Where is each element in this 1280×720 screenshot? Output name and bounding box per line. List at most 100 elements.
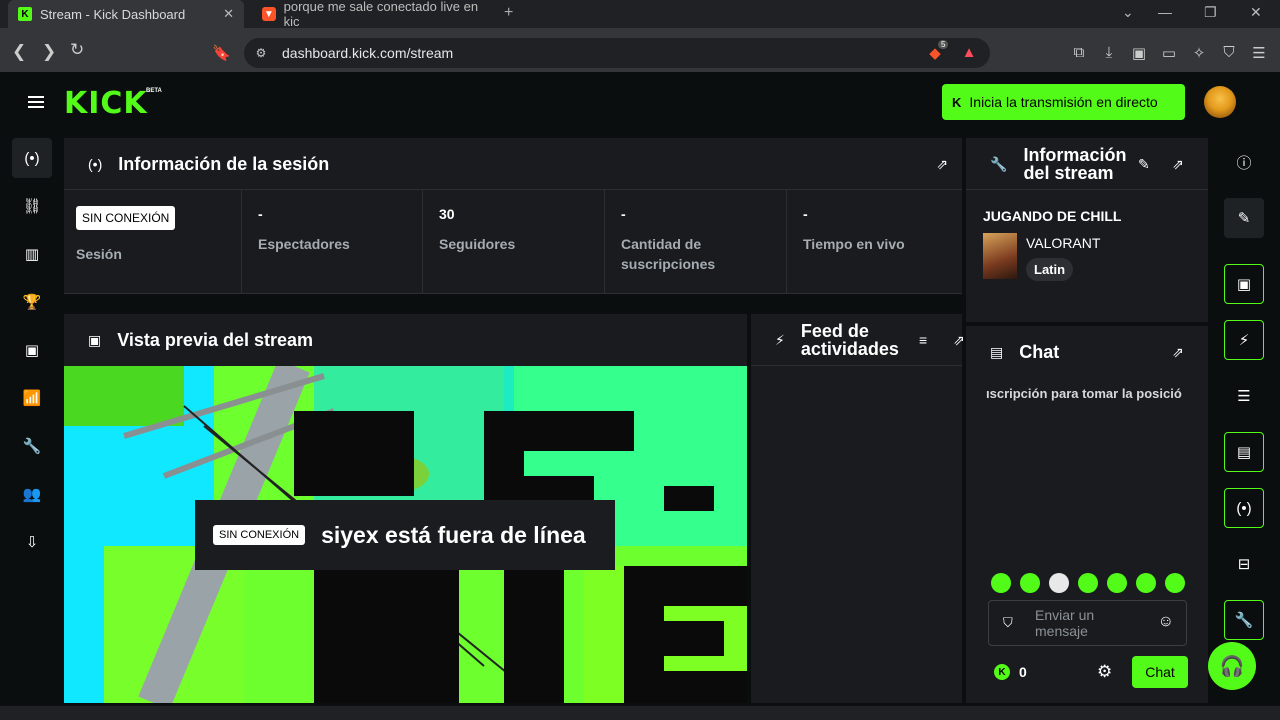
kick-logo[interactable]: KICK (64, 86, 148, 121)
category-thumbnail[interactable] (983, 233, 1017, 279)
browser-bottom-edge (0, 706, 1280, 720)
lightning-icon[interactable]: ⚡ (1224, 320, 1264, 360)
url-text[interactable]: dashboard.kick.com/stream (282, 45, 453, 61)
video-icon[interactable]: ▣ (12, 330, 52, 370)
broadcast-icon: (•) (88, 156, 103, 172)
leo-ai-icon[interactable]: ✧ (1190, 44, 1208, 62)
stat-value: - (803, 206, 808, 222)
panel-title: Feed de actividades (800, 321, 899, 359)
stat-session: SIN CONEXIÓN Sesión (76, 206, 176, 264)
bookmark-icon[interactable]: 🔖 (212, 44, 231, 62)
video-icon: ▣ (88, 331, 102, 348)
popout-icon[interactable]: ⇗ (953, 332, 965, 349)
stats-icon[interactable]: 📶 (12, 378, 52, 418)
edit-icon[interactable]: ✎ (1224, 198, 1264, 238)
brave-rewards-icon[interactable]: ▲ (960, 44, 978, 62)
layout-icon[interactable]: ⊟ (1224, 544, 1264, 584)
chat-message-input[interactable]: ⛉ Enviar un mensaje ☺ (988, 600, 1187, 646)
emote-icon[interactable] (1136, 573, 1156, 593)
divider (966, 189, 1208, 190)
emote-icon[interactable] (991, 573, 1011, 593)
lightning-icon: ⚡ (775, 331, 785, 348)
category-name[interactable]: VALORANT (1026, 235, 1100, 251)
kick-dashboard: KICK BETA K Inicia la transmisión en dir… (0, 72, 1280, 720)
beta-badge: BETA (146, 88, 162, 94)
analytics-icon[interactable]: ▥ (12, 234, 52, 274)
trophy-icon[interactable]: 🏆 (12, 282, 52, 322)
wallet-icon[interactable]: ▭ (1160, 44, 1178, 62)
stream-preview-header: ▣ Vista previa del stream (64, 314, 747, 366)
stat-viewers: - Espectadores (258, 206, 350, 254)
stat-label: Espectadores (258, 236, 350, 252)
divider (751, 365, 962, 366)
stream-title: JUGANDO DE CHILL (983, 208, 1122, 224)
broadcast-icon[interactable]: (•) (1224, 488, 1264, 528)
restore-icon[interactable]: ❐ (1204, 4, 1217, 21)
back-icon[interactable]: ❮ (12, 42, 26, 62)
kick-k-icon: K (952, 94, 962, 110)
popout-icon[interactable]: ⇗ (1172, 156, 1184, 173)
extensions-icon[interactable]: ⧉ (1070, 44, 1088, 62)
wrench-icon[interactable]: 🔧 (1224, 600, 1264, 640)
tab-search-icon[interactable]: ⌄ (1122, 4, 1134, 21)
left-sidebar: (•) ⛓ ▥ 🏆 ▣ 📶 🔧 👥 ⇩ (0, 134, 64, 720)
emote-icon[interactable] (1020, 573, 1040, 593)
forward-icon[interactable]: ❯ (42, 42, 56, 62)
send-chat-button[interactable]: Chat (1132, 656, 1188, 688)
broadcast-icon[interactable]: (•) (12, 138, 52, 178)
link-icon[interactable]: ⛓ (12, 186, 52, 226)
browser-tab-inactive[interactable]: ▼ porque me sale conectado live en kic (252, 0, 492, 29)
divider (64, 189, 962, 190)
stream-info-panel: 🔧 Información del stream ✎ ⇗ JUGANDO DE … (966, 138, 1208, 322)
activity-feed-panel: ⚡ Feed de actividades ≡ ⇗ (751, 314, 965, 703)
menu-icon[interactable]: ☰ (1250, 44, 1268, 62)
filter-icon[interactable]: ≡ (919, 332, 927, 348)
video-icon[interactable]: ▣ (1224, 264, 1264, 304)
window-close-icon[interactable]: ✕ (1250, 4, 1262, 21)
new-tab-icon[interactable]: + (504, 4, 513, 22)
stat-value: - (621, 206, 626, 222)
popout-icon[interactable]: ⇗ (936, 156, 948, 173)
download-icon[interactable]: ⤓ (1100, 44, 1118, 62)
users-icon[interactable]: 👥 (12, 474, 52, 514)
stat-label: Tiempo en vivo (803, 236, 905, 252)
tab-title: porque me sale conectado live en kic (283, 0, 479, 29)
chat-placeholder: Enviar un mensaje (1035, 607, 1095, 639)
minimize-icon[interactable]: — (1158, 4, 1172, 20)
emoji-icon[interactable]: ☺ (1158, 613, 1174, 631)
tag-chip[interactable]: Latin (1026, 258, 1074, 281)
chat-icon: ▤ (990, 343, 1004, 360)
site-settings-icon[interactable]: ⚙ (252, 46, 270, 64)
go-live-button[interactable]: K Inicia la transmisión en directo (942, 84, 1185, 120)
emote-icon[interactable] (1078, 573, 1098, 593)
shield-icon[interactable]: ⛉ (1003, 615, 1013, 631)
reload-icon[interactable]: ↻ (70, 40, 84, 60)
emote-icon[interactable] (1165, 573, 1185, 593)
stat-label: Cantidad de suscripciones (621, 236, 716, 272)
export-icon[interactable]: ⇩ (12, 522, 52, 562)
close-tab-icon[interactable]: ✕ (223, 6, 234, 22)
vpn-icon[interactable]: ⛉ (1220, 44, 1238, 62)
panel-title: Información de la sesión (118, 153, 330, 174)
emote-icon[interactable] (1049, 573, 1069, 593)
popout-icon[interactable]: ⇗ (1172, 344, 1184, 361)
chat-icon[interactable]: ▤ (1224, 432, 1264, 472)
browser-tab-active[interactable]: K Stream - Kick Dashboard ✕ (8, 0, 244, 28)
emote-icon[interactable] (1107, 573, 1127, 593)
edit-icon[interactable]: ✎ (1138, 156, 1150, 173)
divider (604, 190, 605, 294)
info-icon[interactable]: ⓘ (1224, 142, 1264, 182)
stat-value: 30 (439, 206, 455, 222)
settings-gear-icon[interactable]: ⚙ (1097, 662, 1112, 682)
hamburger-icon[interactable] (28, 96, 44, 108)
stat-subscriptions: - Cantidad de suscripciones (621, 206, 741, 274)
list-icon[interactable]: ☰ (1224, 376, 1264, 416)
offline-message-card: SIN CONEXIÓN siyex está fuera de línea (195, 500, 615, 570)
divider (786, 190, 787, 294)
panel-title: Vista previa del stream (117, 329, 314, 350)
avatar[interactable] (1204, 86, 1236, 118)
right-sidebar: ⓘ ✎ ▣ ⚡ ☰ ▤ (•) ⊟ 🔧 (1212, 134, 1280, 720)
wrench-icon[interactable]: 🔧 (12, 426, 52, 466)
sidebar-toggle-icon[interactable]: ▣ (1130, 44, 1148, 62)
support-headset-button[interactable]: 🎧 (1208, 642, 1256, 690)
